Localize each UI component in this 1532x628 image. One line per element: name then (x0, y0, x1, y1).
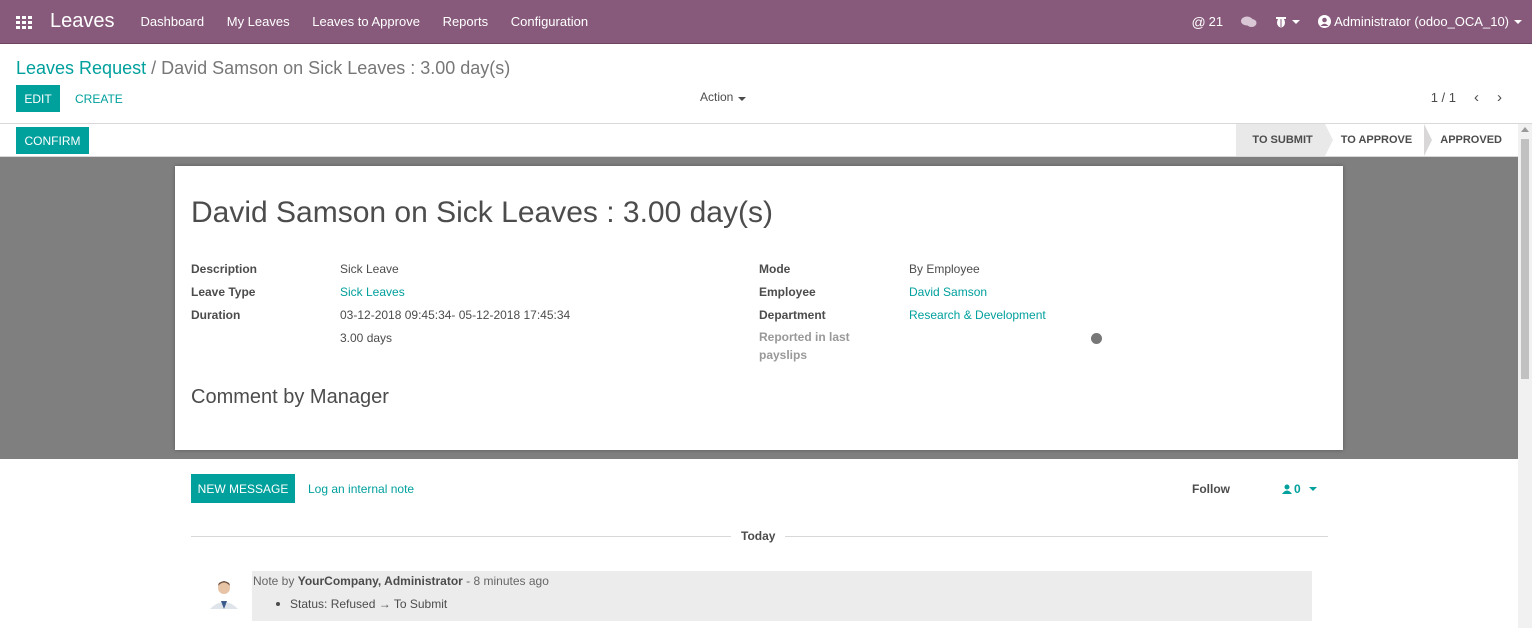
message-time: - 8 minutes ago (466, 574, 549, 588)
stage-label: TO APPROVE (1340, 134, 1413, 146)
edit-button[interactable]: EDIT (16, 85, 60, 112)
breadcrumb-root[interactable]: Leaves Request (16, 58, 146, 78)
new-message-button[interactable]: NEW MESSAGE (191, 474, 295, 503)
follow-button[interactable]: Follow (1192, 482, 1230, 496)
mode-value: By Employee (909, 262, 980, 276)
bug-icon (1276, 17, 1287, 28)
stage-arrow (1424, 124, 1433, 156)
department-label: Department (759, 308, 826, 322)
menu-configuration[interactable]: Configuration (511, 14, 588, 29)
apps-grid-icon[interactable] (16, 15, 32, 29)
messaging-button[interactable] (1241, 16, 1257, 28)
menu-my-leaves[interactable]: My Leaves (227, 14, 290, 29)
employee-label: Employee (759, 285, 816, 299)
record-title: David Samson on Sick Leaves : 3.00 day(s… (191, 196, 773, 229)
scrollbar[interactable] (1518, 124, 1532, 628)
menu-reports[interactable]: Reports (443, 14, 489, 29)
chevron-down-icon (738, 97, 747, 101)
leave-type-label: Leave Type (191, 285, 256, 299)
control-panel: Leaves Request / David Samson on Sick Leav… (0, 44, 1532, 124)
duration-days: 3.00 days (340, 331, 393, 345)
bullet (276, 602, 280, 606)
menu-dashboard[interactable]: Dashboard (141, 14, 205, 29)
leave-type-link[interactable]: Sick Leaves (340, 285, 405, 299)
chevron-down-icon (1292, 19, 1301, 24)
scroll-up-icon[interactable] (1521, 127, 1529, 132)
create-button[interactable]: CREATE (75, 92, 123, 106)
message-prefix: Note by (253, 574, 295, 588)
reported-label: Reported in last payslips (759, 330, 850, 362)
duration-dates: 03-12-2018 09:45:34- 05-12-2018 17:45:34 (340, 308, 571, 322)
stage-label: APPROVED (1440, 134, 1502, 146)
message-item: Note by YourCompany, Administrator - 8 m… (252, 571, 1312, 621)
pager-next-icon[interactable]: › (1497, 89, 1502, 106)
author-avatar[interactable] (206, 573, 242, 609)
stage-label: TO SUBMIT (1252, 134, 1313, 146)
message-author[interactable]: YourCompany, Administrator (298, 574, 463, 588)
date-separator: Today (731, 529, 786, 543)
menu-leaves-to-approve[interactable]: Leaves to Approve (312, 14, 420, 29)
pager-value[interactable]: 1 / 1 (1431, 90, 1456, 105)
chevron-down-icon (1308, 487, 1317, 491)
top-navbar: Leaves Dashboard My Leaves Leaves to App… (0, 0, 1532, 44)
message-meta: Note by YourCompany, Administrator - 8 m… (253, 574, 549, 588)
chat-bubbles-icon (1241, 16, 1257, 27)
stage-bar: TO SUBMIT TO APPROVE APPROVED (1236, 124, 1518, 156)
scrollbar-thumb[interactable] (1521, 139, 1529, 379)
employee-link[interactable]: David Samson (909, 285, 987, 299)
chevron-down-icon (1514, 19, 1522, 24)
mentions-count: 21 (1208, 14, 1224, 29)
description-value: Sick Leave (340, 262, 399, 276)
debug-menu-button[interactable] (1275, 15, 1301, 28)
tracking-text: Status: Refused → To Submit (290, 597, 448, 611)
confirm-button[interactable]: CONFIRM (16, 127, 89, 154)
reported-toggle[interactable] (1091, 333, 1102, 344)
pager-previous-icon[interactable]: ‹ (1474, 89, 1479, 106)
breadcrumb-separator: / (151, 58, 157, 78)
description-label: Description (191, 262, 258, 276)
department-link[interactable]: Research & Development (909, 308, 1046, 322)
stage-to-approve[interactable]: TO APPROVE (1325, 124, 1433, 156)
stage-arrow (1324, 124, 1333, 156)
followers-dropdown[interactable]: 0 (1282, 482, 1317, 496)
user-icon (1282, 484, 1292, 494)
duration-label: Duration (191, 308, 241, 322)
at-sign-icon: @ (1191, 13, 1206, 30)
form-statusbar: CONFIRM TO SUBMIT TO APPROVE APPROVED (0, 124, 1518, 157)
log-note-link[interactable]: Log an internal note (308, 482, 414, 496)
comment-section-title: Comment by Manager (191, 386, 389, 408)
mode-label: Mode (759, 262, 791, 276)
stage-approved[interactable]: APPROVED (1424, 124, 1518, 156)
user-menu[interactable]: Administrator (odoo_OCA_10) (1318, 14, 1522, 29)
tracking-value: Status: Refused → To Submit (276, 597, 447, 611)
form-sheet: David Samson on Sick Leaves : 3.00 day(s… (175, 166, 1343, 450)
navbar-systray: @ 21 Administrator (odoo_OCA_10) (1173, 14, 1532, 30)
followers-count: 0 (1294, 482, 1301, 496)
action-dropdown[interactable]: Action (700, 90, 747, 104)
mentions-button[interactable]: @ 21 (1191, 14, 1223, 30)
action-label: Action (700, 90, 734, 104)
breadcrumb-current: David Samson on Sick Leaves : 3.00 day(s… (161, 58, 511, 78)
user-avatar-icon (1318, 15, 1332, 28)
app-name: Leaves (50, 10, 115, 32)
user-name: Administrator (odoo_OCA_10) (1334, 14, 1509, 29)
pager: 1 / 1 ‹ › (1431, 89, 1502, 106)
main-menu: Dashboard My Leaves Leaves to Approve Re… (141, 14, 608, 29)
stage-to-submit[interactable]: TO SUBMIT (1236, 124, 1333, 156)
breadcrumb: Leaves Request / David Samson on Sick Leav… (16, 58, 510, 79)
